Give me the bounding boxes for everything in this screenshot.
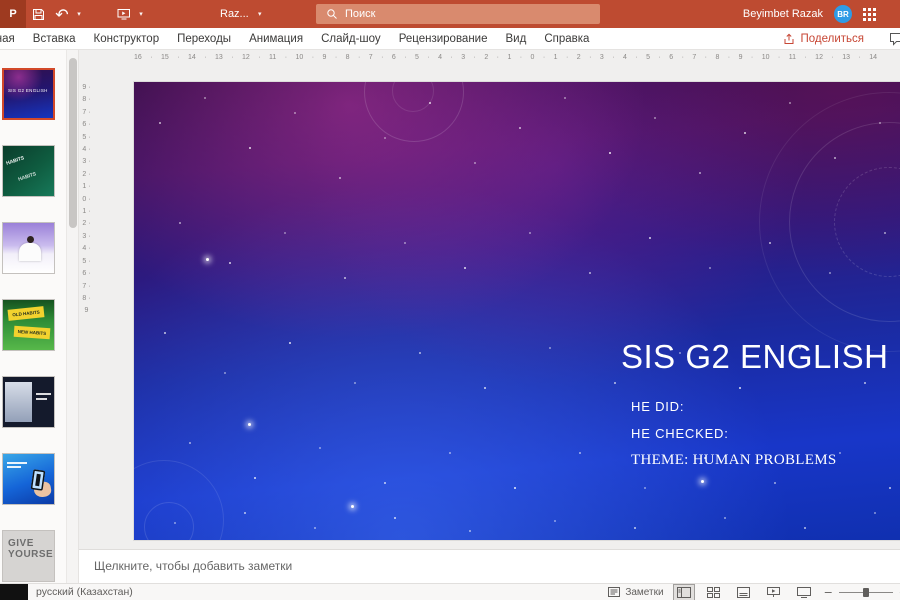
save-icon xyxy=(32,8,44,20)
thumbnail-1-title: SIS G2 ENGLISH xyxy=(8,88,48,93)
thumbnail-6-text-bar xyxy=(7,462,27,464)
tab-help[interactable]: Справка xyxy=(535,28,598,50)
stars-decoration xyxy=(134,82,136,84)
thumbnail-3-person-body xyxy=(19,243,41,261)
thumbnail-2-text-repeat: HABITS xyxy=(17,171,38,183)
share-button[interactable]: Поделиться xyxy=(783,28,864,50)
zoom-control: − + xyxy=(824,586,900,599)
slide-sorter-icon xyxy=(707,586,721,598)
bright-star xyxy=(351,505,354,508)
thumbnail-3-person-figure xyxy=(27,236,34,243)
slide-body-line-2[interactable]: HE CHECKED: xyxy=(631,426,729,441)
ribbon-tabs: Главная Вставка Конструктор Переходы Ани… xyxy=(0,28,598,50)
language-indicator[interactable]: русский (Казахстан) xyxy=(36,586,133,598)
tab-review[interactable]: Рецензирование xyxy=(390,28,497,50)
comments-button[interactable] xyxy=(889,32,900,51)
monitor-icon xyxy=(796,586,811,598)
slide-thumbnail-2[interactable]: HABITS HABITS xyxy=(2,145,55,197)
slideshow-view-icon xyxy=(767,586,781,597)
document-title[interactable]: Raz... ▾ xyxy=(220,0,265,28)
fit-to-window-button[interactable] xyxy=(794,585,814,600)
zoom-out-button[interactable]: − xyxy=(824,586,833,599)
thumbnail-4-new-habits-sign: NEW HABITS xyxy=(13,325,51,340)
bright-star xyxy=(248,423,251,426)
apps-grid-button[interactable] xyxy=(863,7,876,21)
powerpoint-logo-glyph: P xyxy=(9,8,17,20)
slideshow-monitor-icon xyxy=(117,9,130,20)
slide-thumbnail-3[interactable] xyxy=(2,222,55,274)
slide-thumbnail-7[interactable]: GIVE YOURSELF xyxy=(2,530,55,582)
slide-canvas[interactable]: SIS G2 ENGLISH HE DID: HE CHECKED: THEME… xyxy=(134,82,900,540)
thumbnail-4-old-habits-sign: OLD HABITS xyxy=(7,306,45,321)
user-name[interactable]: Beyimbet Razak xyxy=(743,8,823,20)
slide-thumbnails-panel: SIS G2 ENGLISH HABITS HABITS OLD HABITS … xyxy=(0,50,66,583)
slide-thumbnail-5[interactable] xyxy=(2,376,55,428)
thumbnail-6-text-bar xyxy=(7,466,21,468)
notes-icon xyxy=(608,587,621,597)
tab-slideshow[interactable]: Слайд-шоу xyxy=(312,28,390,50)
reading-view-button[interactable] xyxy=(734,585,754,600)
search-placeholder: Поиск xyxy=(345,8,376,20)
slideshow-view-button[interactable] xyxy=(764,585,784,600)
quick-access-caret-icon[interactable]: ▾ xyxy=(136,10,146,18)
slide-sorter-view-button[interactable] xyxy=(704,585,724,600)
tab-design[interactable]: Конструктор xyxy=(85,28,169,50)
search-icon xyxy=(327,9,337,19)
thumbnail-5-text-bar xyxy=(36,393,51,395)
notes-toggle-button[interactable]: Заметки xyxy=(608,586,664,598)
slide-thumbnail-6[interactable] xyxy=(2,453,55,505)
slide-title-textbox[interactable]: SIS G2 ENGLISH xyxy=(621,338,888,376)
share-button-label: Поделиться xyxy=(800,33,864,45)
tab-animations[interactable]: Анимация xyxy=(240,28,312,50)
normal-view-button[interactable] xyxy=(672,583,695,600)
notes-toggle-label: Заметки xyxy=(625,586,664,598)
status-left-block xyxy=(0,584,28,600)
thumbnails-scrollbar[interactable] xyxy=(66,50,78,583)
ribbon-tab-bar: Главная Вставка Конструктор Переходы Ани… xyxy=(0,28,900,50)
editing-canvas-area: 16 · 15 · 14 · 13 · 12 · 11 · 10 · 9 · 8… xyxy=(78,50,900,583)
document-title-caret-icon: ▾ xyxy=(257,10,262,18)
apps-grid-icon xyxy=(863,7,876,21)
zoom-slider[interactable] xyxy=(838,587,893,597)
title-bar-right: Beyimbet Razak BR xyxy=(743,0,876,28)
tab-transitions[interactable]: Переходы xyxy=(168,28,240,50)
bright-star xyxy=(206,258,209,261)
save-button[interactable] xyxy=(26,0,50,28)
start-slideshow-button[interactable] xyxy=(112,0,136,28)
thumbnail-2-text: HABITS xyxy=(5,155,26,167)
undo-button[interactable]: ↶ xyxy=(50,0,74,28)
title-bar: P ↶ ▾ ▾ Raz... ▾ Поиск Beyimbet Razak BR xyxy=(0,0,900,28)
vertical-ruler: 9 · 8 · 7 · 6 · 5 · 4 · 3 · 2 · 1 · 0 · … xyxy=(82,84,91,315)
undo-icon: ↶ xyxy=(55,4,69,24)
zoom-slider-handle[interactable] xyxy=(862,587,869,597)
horizontal-ruler: 16 · 15 · 14 · 13 · 12 · 11 · 10 · 9 · 8… xyxy=(134,54,877,61)
undo-dropdown-caret-icon[interactable]: ▾ xyxy=(74,10,84,18)
thumbnails-scrollbar-thumb[interactable] xyxy=(69,58,77,228)
notes-panel[interactable]: Щелкните, чтобы добавить заметки xyxy=(79,549,900,583)
slide-body-line-1[interactable]: HE DID: xyxy=(631,399,684,414)
thumbnail-5-photo xyxy=(5,382,32,422)
status-bar: русский (Казахстан) Заметки − xyxy=(0,583,900,600)
tab-view[interactable]: Вид xyxy=(497,28,536,50)
share-icon xyxy=(784,33,794,44)
powerpoint-app-icon[interactable]: P xyxy=(0,0,26,28)
normal-view-icon xyxy=(676,586,691,598)
powerpoint-window: P ↶ ▾ ▾ Raz... ▾ Поиск Beyimbet Razak BR xyxy=(0,0,900,600)
document-title-text: Raz... xyxy=(220,8,249,20)
thumbnail-7-text: GIVE YOURSELF xyxy=(8,538,54,560)
slide-body-line-3[interactable]: THEME: HUMAN PROBLEMS xyxy=(631,452,836,469)
user-avatar[interactable]: BR xyxy=(834,5,852,23)
slide-thumbnail-1[interactable]: SIS G2 ENGLISH xyxy=(2,68,55,120)
slide-thumbnail-4[interactable]: OLD HABITS NEW HABITS xyxy=(2,299,55,351)
thumbnail-5-text-bar xyxy=(36,398,47,400)
bright-star xyxy=(701,480,704,483)
tab-home[interactable]: Главная xyxy=(0,28,24,50)
status-bar-right: Заметки − + xyxy=(608,583,900,600)
tab-insert[interactable]: Вставка xyxy=(24,28,85,50)
reading-view-icon xyxy=(737,586,751,598)
notes-placeholder: Щелкните, чтобы добавить заметки xyxy=(94,559,293,573)
search-box[interactable]: Поиск xyxy=(316,4,600,24)
comment-bubble-icon xyxy=(890,33,900,46)
